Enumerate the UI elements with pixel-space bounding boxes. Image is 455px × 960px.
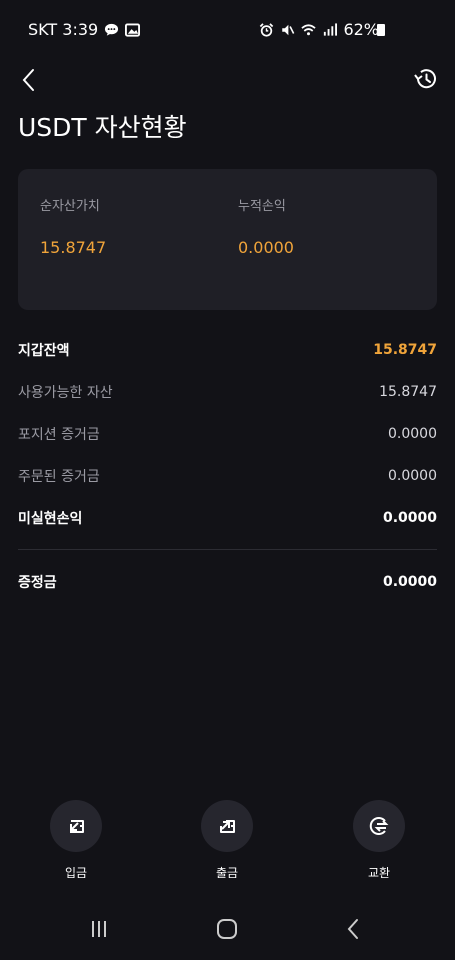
withdraw-icon xyxy=(220,820,235,833)
chat-notification-icon xyxy=(105,23,119,36)
deposit-icon xyxy=(70,820,84,833)
net-asset-value: 15.8747 xyxy=(40,238,107,257)
detail-value: 0.0000 xyxy=(388,426,437,442)
detail-row-order-margin: 주문된 증거금 0.0000 xyxy=(18,464,437,488)
wifi-icon xyxy=(301,23,317,35)
status-bar: SKT 3:39 62% xyxy=(0,0,455,60)
net-asset-label: 순자산가치 xyxy=(40,199,100,214)
withdraw-button[interactable]: 출금 xyxy=(187,800,267,881)
action-bar: 입금 출금 교환 xyxy=(0,800,455,890)
detail-row-wallet-balance: 지갑잔액 15.8747 xyxy=(18,338,437,362)
exchange-icon xyxy=(369,817,389,835)
detail-value: 0.0000 xyxy=(382,510,437,526)
history-button[interactable] xyxy=(411,64,441,94)
chevron-left-icon xyxy=(22,69,34,91)
page-title: USDT 자산현황 xyxy=(18,113,187,142)
cumulative-pnl-label: 누적손익 xyxy=(238,199,286,214)
detail-label: 포지션 증거금 xyxy=(18,427,100,443)
system-back-button[interactable] xyxy=(338,914,368,944)
withdraw-label: 출금 xyxy=(215,866,239,880)
battery-icon xyxy=(377,24,385,36)
gallery-notification-icon xyxy=(125,22,141,37)
mute-icon xyxy=(282,24,295,35)
detail-value: 0.0000 xyxy=(382,574,437,590)
detail-value: 0.0000 xyxy=(388,468,437,484)
exchange-label: 교환 xyxy=(367,866,391,880)
detail-label: 미실현손익 xyxy=(18,511,83,527)
recent-apps-button[interactable] xyxy=(84,914,114,944)
detail-label: 사용가능한 자산 xyxy=(18,385,113,401)
home-icon xyxy=(217,919,237,939)
home-button[interactable] xyxy=(212,914,242,944)
deposit-label: 입금 xyxy=(64,866,88,880)
divider xyxy=(18,549,437,550)
detail-label: 증정금 xyxy=(18,575,57,591)
cumulative-pnl-value: 0.0000 xyxy=(238,238,294,257)
battery-percent: 62% xyxy=(343,20,379,39)
detail-label: 주문된 증거금 xyxy=(18,469,100,485)
alarm-icon xyxy=(260,22,274,37)
status-carrier-time: SKT 3:39 xyxy=(28,20,99,39)
chevron-left-icon xyxy=(347,919,358,939)
signal-icon xyxy=(324,22,338,36)
detail-row-position-margin: 포지션 증거금 0.0000 xyxy=(18,422,437,446)
summary-card: 순자산가치 15.8747 누적손익 0.0000 xyxy=(18,169,437,310)
detail-row-bonus: 증정금 0.0000 xyxy=(18,570,437,594)
detail-label: 지갑잔액 xyxy=(18,343,70,359)
detail-row-unrealized-pnl: 미실현손익 0.0000 xyxy=(18,506,437,530)
recent-apps-icon xyxy=(92,921,106,937)
exchange-button[interactable]: 교환 xyxy=(339,800,419,881)
system-navigation-bar xyxy=(0,900,455,960)
back-button[interactable] xyxy=(16,64,40,96)
deposit-button[interactable]: 입금 xyxy=(36,800,116,881)
history-icon xyxy=(414,69,436,89)
detail-value: 15.8747 xyxy=(373,342,437,358)
top-nav xyxy=(0,64,455,100)
detail-value: 15.8747 xyxy=(379,384,437,400)
detail-row-available: 사용가능한 자산 15.8747 xyxy=(18,380,437,404)
